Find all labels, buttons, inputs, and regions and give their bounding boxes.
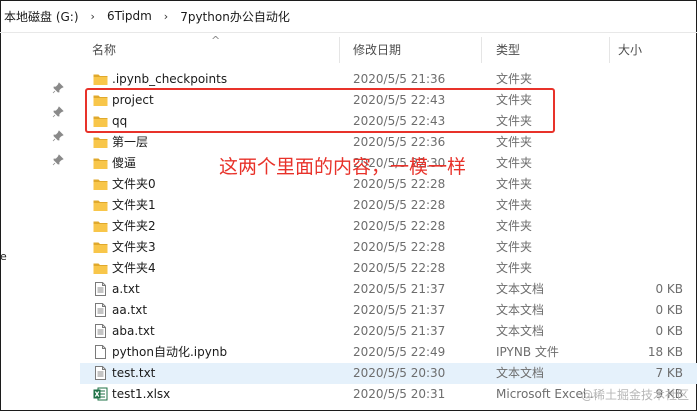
column-header: ^ 名称 修改日期 类型 大小	[80, 34, 697, 63]
file-date: 2020/5/5 22:28	[353, 198, 446, 212]
folder-icon	[93, 177, 108, 191]
column-header-date[interactable]: 修改日期	[341, 37, 482, 63]
column-header-type[interactable]: 类型	[483, 37, 610, 63]
folder-icon	[93, 198, 108, 212]
file-size: 0 KB	[655, 303, 683, 317]
text-file-icon	[93, 324, 108, 338]
file-name: a.txt	[112, 282, 140, 296]
file-type: 文本文档	[496, 324, 545, 338]
file-type: 文件夹	[496, 198, 533, 212]
file-date: 2020/5/5 21:37	[353, 303, 446, 317]
file-name: 文件夹4	[112, 261, 156, 275]
file-row[interactable]: 文件夹2 2020/5/5 22:28 文件夹	[80, 216, 697, 237]
file-size: 18 KB	[647, 345, 683, 359]
highlight-box	[85, 88, 555, 133]
file-type: 文件夹	[496, 135, 533, 149]
breadcrumb-drive[interactable]: 本地磁盘 (G:)	[4, 8, 79, 25]
file-date: 2020/5/5 22:28	[353, 261, 446, 275]
pin-icon[interactable]	[52, 154, 64, 166]
chevron-right-icon[interactable]: ›	[91, 10, 95, 23]
file-name: 文件夹1	[112, 198, 156, 212]
file-date: 2020/5/5 22:36	[353, 135, 446, 149]
file-date: 2020/5/5 22:49	[353, 345, 446, 359]
file-name: aba.txt	[112, 324, 155, 338]
file-name: 文件夹2	[112, 219, 156, 233]
file-date: 2020/5/5 22:28	[353, 240, 446, 254]
file-date: 2020/5/5 21:37	[353, 282, 446, 296]
file-date: 2020/5/5 20:30	[353, 366, 446, 380]
file-name: aa.txt	[112, 303, 148, 317]
file-type: 文件夹	[496, 219, 533, 233]
file-type: 文件夹	[496, 177, 533, 191]
breadcrumb-current-folder[interactable]: 7python办公自动化	[180, 8, 290, 25]
file-row[interactable]: 文件夹4 2020/5/5 22:28 文件夹	[80, 258, 697, 279]
file-row[interactable]: python自动化.ipynb 2020/5/5 22:49 IPYNB 文件 18 …	[80, 342, 697, 363]
file-name: 第一层	[112, 135, 149, 149]
file-size: 0 KB	[655, 282, 683, 296]
text-file-icon	[93, 366, 108, 380]
file-type: 文件夹	[496, 240, 533, 254]
file-size: 0 KB	[655, 324, 683, 338]
file-row[interactable]: 文件夹1 2020/5/5 22:28 文件夹	[80, 195, 697, 216]
folder-icon	[93, 219, 108, 233]
file-row[interactable]: .ipynb_checkpoints 2020/5/5 21:36 文件夹	[80, 69, 697, 90]
file-date: 2020/5/5 22:28	[353, 219, 446, 233]
file-name: 文件夹0	[112, 177, 156, 191]
folder-icon	[93, 156, 108, 170]
chevron-right-icon[interactable]: ›	[164, 10, 168, 23]
file-row[interactable]: a.txt 2020/5/5 21:37 文本文档 0 KB	[80, 279, 697, 300]
file-size: 7 KB	[655, 366, 683, 380]
file-name: 文件夹3	[112, 240, 156, 254]
excel-file-icon	[93, 387, 108, 401]
file-date: 2020/5/5 21:36	[353, 72, 446, 86]
text-file-icon	[93, 282, 108, 296]
file-type: 文件夹	[496, 72, 533, 86]
file-type: 文本文档	[496, 282, 545, 296]
folder-icon	[93, 261, 108, 275]
file-row[interactable]: aa.txt 2020/5/5 21:37 文本文档 0 KB	[80, 300, 697, 321]
file-name: 傻逼	[112, 156, 137, 170]
column-header-size[interactable]: 大小	[611, 37, 697, 63]
pin-icon[interactable]	[52, 82, 64, 94]
file-row[interactable]: test.txt 2020/5/5 20:30 文本文档 7 KB	[80, 363, 697, 384]
file-date: 2020/5/5 20:31	[353, 387, 446, 401]
watermark: @稀土掘金技术社区	[580, 388, 689, 402]
file-name: test1.xlsx	[112, 387, 171, 401]
folder-icon	[93, 240, 108, 254]
text-file-icon	[93, 303, 108, 317]
file-type: 文本文档	[496, 303, 545, 317]
file-name: python自动化.ipynb	[112, 345, 228, 359]
file-type: 文本文档	[496, 366, 545, 380]
annotation-text: 这两个里面的内容，一模一样	[219, 156, 467, 178]
nav-pane-clipped-text: e	[0, 250, 7, 263]
file-row[interactable]: 文件夹3 2020/5/5 22:28 文件夹	[80, 237, 697, 258]
breadcrumb-folder-6tipdm[interactable]: 6Tipdm	[107, 9, 152, 23]
breadcrumb: 本地磁盘 (G:) › 6Tipdm › 7python办公自动化	[0, 0, 697, 33]
pin-icon[interactable]	[52, 106, 64, 118]
file-row[interactable]: 第一层 2020/5/5 22:36 文件夹	[80, 132, 697, 153]
folder-icon	[93, 135, 108, 149]
pin-icon[interactable]	[52, 130, 64, 142]
file-row[interactable]: aba.txt 2020/5/5 21:37 文本文档 0 KB	[80, 321, 697, 342]
file-type: IPYNB 文件	[496, 345, 559, 359]
file-type: 文件夹	[496, 261, 533, 275]
folder-icon	[93, 72, 108, 86]
file-type: 文件夹	[496, 156, 533, 170]
file-name: test.txt	[112, 366, 156, 380]
file-date: 2020/5/5 21:37	[353, 324, 446, 338]
column-header-name[interactable]: 名称	[80, 37, 340, 63]
generic-file-icon	[93, 345, 108, 359]
file-name: .ipynb_checkpoints	[112, 72, 228, 86]
